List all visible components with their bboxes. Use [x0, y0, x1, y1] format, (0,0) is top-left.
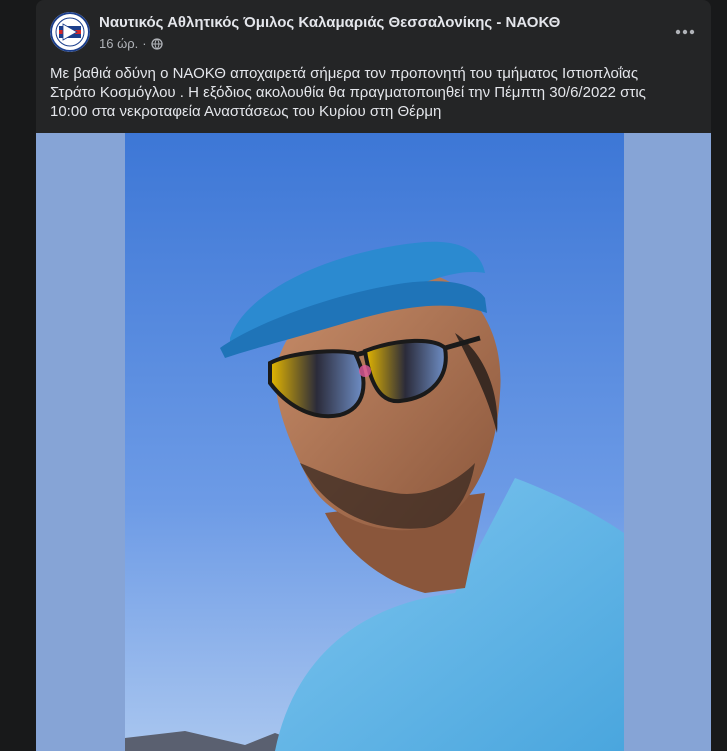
- more-options-icon: [675, 29, 695, 35]
- post-text-line: 10:00 στα νεκροταφεία Αναστάσεως του Κυρ…: [50, 103, 442, 120]
- post-photo[interactable]: [125, 133, 624, 751]
- post-card: Ναυτικός Αθλητικός Όμιλος Καλαμαριάς Θεσ…: [36, 0, 711, 751]
- globe-icon: [150, 37, 163, 50]
- post-photo-area: [36, 133, 711, 751]
- post-text-line: Στράτο Κοσμόγλου . Η εξόδιος ακολουθία θ…: [50, 84, 646, 101]
- post-timestamp[interactable]: 16 ώρ.: [99, 36, 138, 51]
- post-meta: 16 ώρ. ·: [99, 36, 163, 51]
- page-name-link[interactable]: Ναυτικός Αθλητικός Όμιλος Καλαμαριάς Θεσ…: [99, 14, 560, 31]
- post-text: Με βαθιά οδύνη ο ΝΑΟΚΘ αποχαιρετά σήμερα…: [50, 64, 695, 121]
- more-options-button[interactable]: [671, 18, 699, 46]
- post-header: Ναυτικός Αθλητικός Όμιλος Καλαμαριάς Θεσ…: [36, 0, 711, 62]
- page-avatar[interactable]: [50, 12, 90, 52]
- meta-separator: ·: [142, 36, 147, 51]
- post-text-line: Με βαθιά οδύνη ο ΝΑΟΚΘ αποχαιρετά σήμερα…: [50, 65, 639, 82]
- club-logo-icon: [50, 12, 90, 52]
